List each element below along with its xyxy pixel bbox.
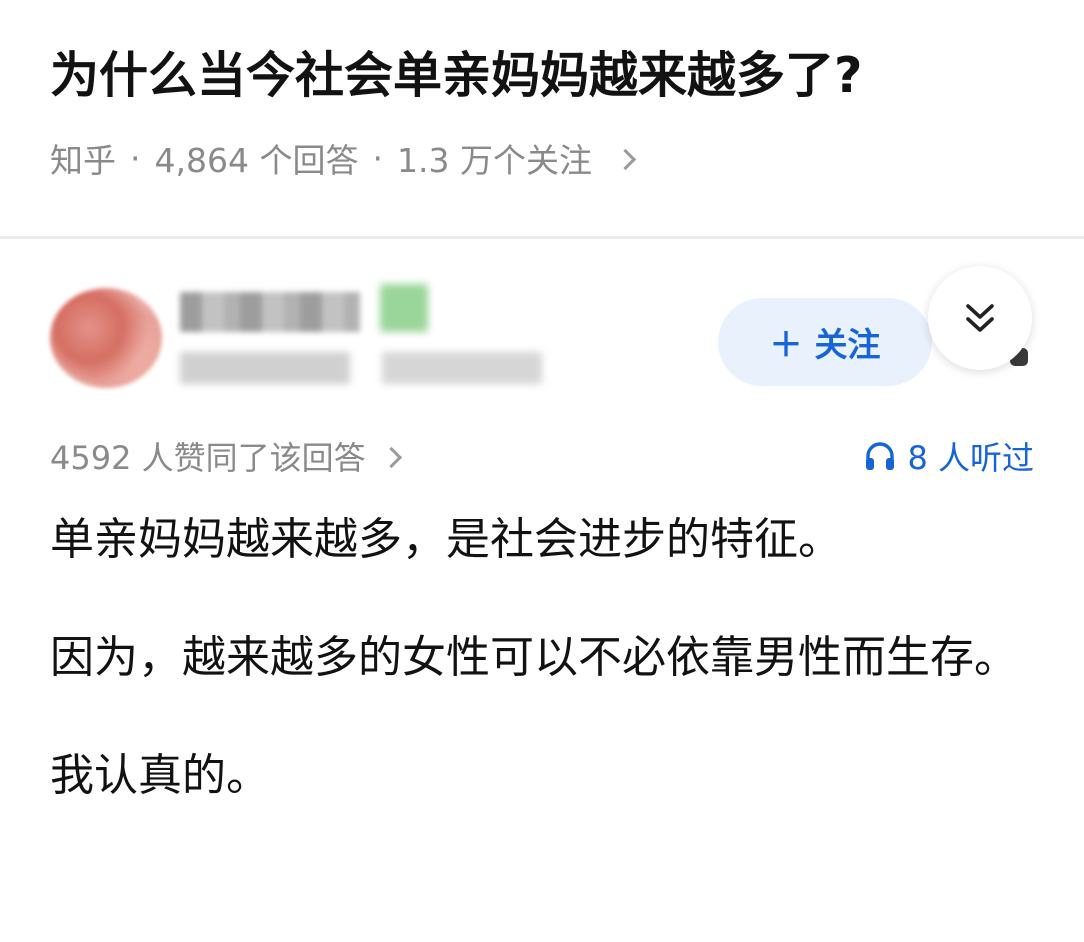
chevron-right-icon xyxy=(380,446,402,468)
author-name-blurred[interactable] xyxy=(180,292,360,332)
vote-summary[interactable]: 4592 人赞同了该回答 xyxy=(50,432,402,480)
plus-icon: ＋ xyxy=(769,325,803,364)
answer-paragraph: 我认真的。 xyxy=(50,750,270,801)
double-chevron-down-icon xyxy=(966,304,994,332)
author-bio-blurred xyxy=(180,352,350,384)
collapse-button[interactable] xyxy=(928,266,1032,370)
question-title: 为什么当今社会单亲妈妈越来越多了? xyxy=(50,47,863,104)
headphones-icon xyxy=(866,442,895,470)
listen-count-text: 8 人听过 xyxy=(907,439,1034,477)
meta-separator: · xyxy=(130,138,141,178)
vote-count-text: 4592 人赞同了该回答 xyxy=(50,439,366,477)
follower-count: 1.3 万个关注 xyxy=(396,141,592,180)
source-label: 知乎 xyxy=(50,141,116,180)
section-divider xyxy=(0,236,1084,239)
author-badge-blurred xyxy=(380,284,428,332)
answer-content: 单亲妈妈越来越多，是社会进步的特征。 因为，越来越多的女性可以不必依靠男性而生存… xyxy=(50,508,1040,808)
meta-separator: · xyxy=(372,138,383,178)
author-bio-blurred xyxy=(382,352,542,384)
answer-paragraph: 因为，越来越多的女性可以不必依靠男性而生存。 xyxy=(50,632,1018,683)
follow-label: 关注 xyxy=(814,325,881,364)
author-avatar[interactable] xyxy=(50,288,162,388)
listen-summary[interactable]: 8 人听过 xyxy=(863,432,1034,480)
chevron-right-icon xyxy=(614,148,637,170)
follow-button[interactable]: ＋ 关注 xyxy=(718,298,932,386)
answer-count: 4,864 个回答 xyxy=(154,141,359,180)
answer-paragraph: 单亲妈妈越来越多，是社会进步的特征。 xyxy=(50,514,842,565)
question-meta[interactable]: 知乎 · 4,864 个回答 · 1.3 万个关注 xyxy=(50,134,637,182)
